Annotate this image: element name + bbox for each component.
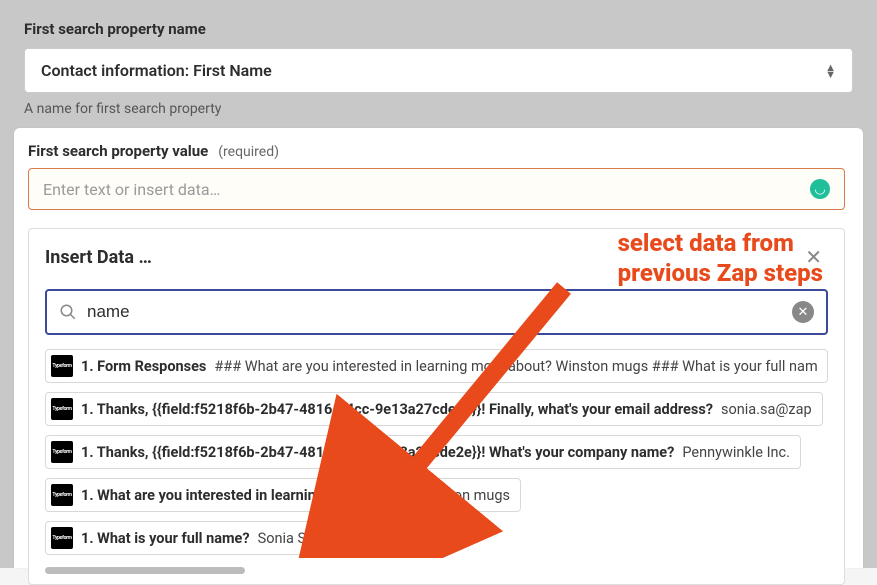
property-name-label: First search property name — [24, 20, 853, 38]
result-label: 1. Form Responses — [81, 358, 206, 375]
typeform-icon: Typeform — [51, 484, 73, 506]
value-panel: First search property value (required) E… — [14, 128, 863, 568]
insert-data-badge-icon[interactable]: ◡ — [810, 179, 830, 199]
result-value: Pennywinkle Inc. — [682, 444, 790, 461]
property-name-help: A name for first search property — [24, 101, 853, 117]
typeform-icon: Typeform — [51, 527, 73, 549]
property-value-label: First search property value — [28, 142, 208, 160]
result-value: Winston mugs — [417, 487, 510, 504]
dropdown-title: Insert Data … — [45, 247, 152, 268]
typeform-icon: Typeform — [51, 355, 73, 377]
results-list: Typeform 1. Form Responses ### What are … — [45, 349, 828, 555]
horizontal-scrollbar[interactable] — [45, 567, 828, 574]
close-icon[interactable]: ✕ — [799, 243, 828, 271]
property-name-value: Contact information: First Name — [41, 61, 272, 80]
result-label: 1. What are you interested in learning m… — [81, 487, 409, 504]
input-placeholder-text: Enter text or insert data… — [43, 180, 220, 199]
insert-data-dropdown: Insert Data … ✕ ✕ Typeform 1. Form Respo… — [28, 228, 845, 585]
required-indicator: (required) — [218, 144, 279, 160]
result-value: ### What are you interested in learning … — [214, 358, 817, 375]
search-input[interactable] — [87, 302, 782, 322]
select-chevrons-icon: ▲▼ — [825, 64, 836, 78]
result-item[interactable]: Typeform 1. Thanks, {{field:f5218f6b-2b4… — [45, 392, 828, 426]
property-value-input[interactable]: Enter text or insert data… ◡ — [28, 168, 845, 210]
result-label: 1. Thanks, {{field:f5218f6b-2b47-4816-a4… — [81, 401, 713, 418]
result-item[interactable]: Typeform 1. Thanks, {{field:f5218f6b-2b4… — [45, 435, 828, 469]
result-value: sonia.sa@zap — [721, 401, 812, 418]
result-value: Sonia Sá — [258, 530, 314, 547]
result-item[interactable]: Typeform 1. What are you interested in l… — [45, 478, 828, 512]
background-form-section: First search property name Contact infor… — [24, 20, 853, 117]
search-input-wrap[interactable]: ✕ — [45, 289, 828, 335]
clear-search-icon[interactable]: ✕ — [792, 301, 814, 323]
typeform-icon: Typeform — [51, 441, 73, 463]
result-label: 1. What is your full name? — [81, 530, 250, 547]
result-item[interactable]: Typeform 1. Form Responses ### What are … — [45, 349, 828, 383]
search-icon — [59, 303, 77, 321]
result-item[interactable]: Typeform 1. What is your full name? Soni… — [45, 521, 828, 555]
typeform-icon: Typeform — [51, 398, 73, 420]
property-name-select[interactable]: Contact information: First Name ▲▼ — [24, 48, 853, 93]
result-label: 1. Thanks, {{field:f5218f6b-2b47-4816-a4… — [81, 444, 674, 461]
scrollbar-thumb[interactable] — [45, 567, 245, 574]
